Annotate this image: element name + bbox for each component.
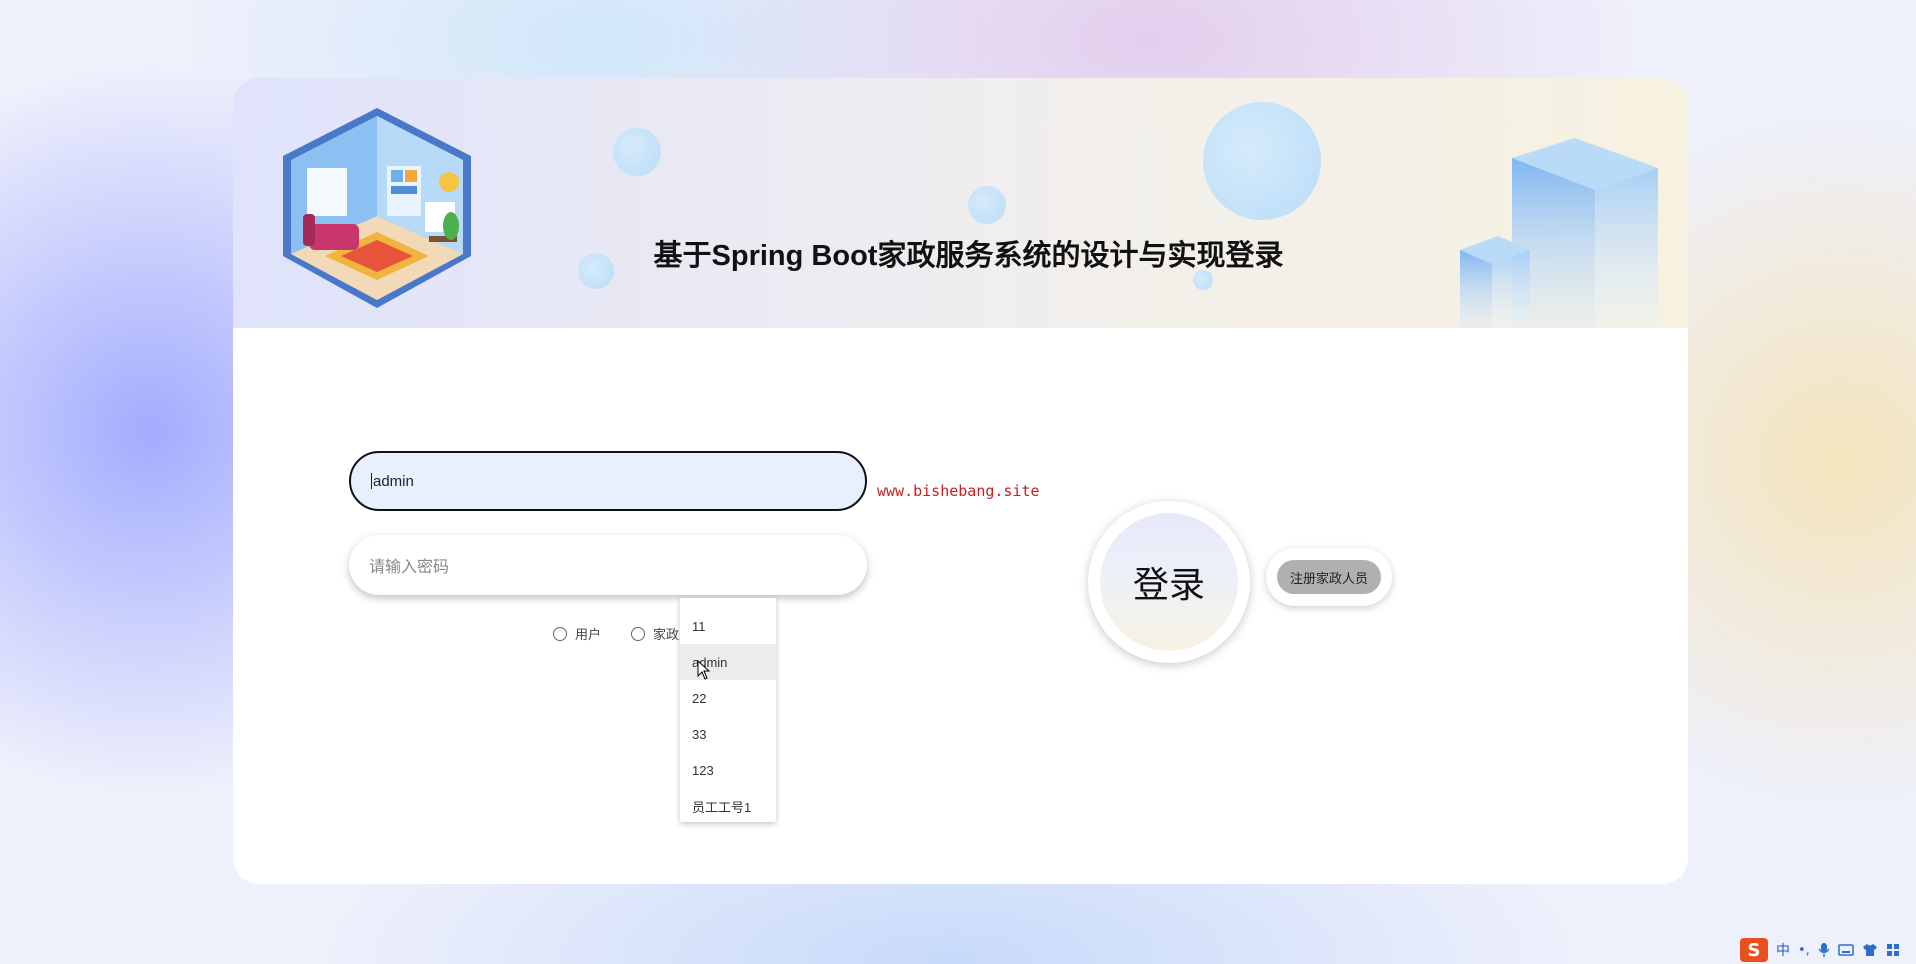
login-button[interactable]: 登录 bbox=[1100, 513, 1238, 651]
microphone-icon[interactable] bbox=[1818, 942, 1830, 958]
autocomplete-item[interactable]: 22 bbox=[680, 680, 776, 716]
watermark-text: www.bishebang.site bbox=[877, 482, 1040, 500]
sogou-ime-logo-icon[interactable]: S bbox=[1740, 938, 1768, 962]
autocomplete-item[interactable]: 33 bbox=[680, 716, 776, 752]
skin-shirt-icon[interactable] bbox=[1862, 943, 1878, 957]
decor-cubes-icon bbox=[1460, 138, 1658, 328]
register-button-ring: 注册家政人员 bbox=[1266, 548, 1392, 606]
decor-bubble bbox=[613, 128, 661, 176]
autocomplete-item-highlighted[interactable]: admin bbox=[680, 644, 776, 680]
password-input[interactable]: 请输入密码 bbox=[349, 535, 867, 595]
mouse-pointer-icon bbox=[697, 660, 711, 680]
register-housekeeper-button[interactable]: 注册家政人员 bbox=[1277, 560, 1381, 594]
ime-mode-toggle[interactable]: 中 bbox=[1776, 940, 1790, 960]
room-illustration-icon bbox=[283, 108, 471, 308]
text-caret bbox=[371, 473, 372, 489]
ime-toolbar: S 中 •, bbox=[1740, 938, 1900, 962]
radio-circle-icon[interactable] bbox=[631, 626, 646, 641]
ime-punctuation-toggle[interactable]: •, bbox=[1798, 943, 1810, 958]
password-placeholder: 请输入密码 bbox=[369, 559, 450, 576]
username-value: admin bbox=[373, 472, 414, 490]
autocomplete-dropdown: 11 admin 22 33 123 员工工号1 bbox=[680, 598, 776, 822]
role-label: 用户 bbox=[575, 627, 602, 642]
header-banner: 基于Spring Boot家政服务系统的设计与实现登录 bbox=[233, 78, 1688, 328]
decor-bubble bbox=[968, 186, 1006, 224]
login-button-ring: 登录 bbox=[1088, 501, 1250, 663]
username-input[interactable]: admin bbox=[349, 451, 867, 511]
autocomplete-item[interactable]: 11 bbox=[680, 608, 776, 644]
autocomplete-item[interactable]: 123 bbox=[680, 752, 776, 788]
login-card: 基于Spring Boot家政服务系统的设计与实现登录 admin www.bi… bbox=[233, 78, 1688, 884]
role-option-user[interactable]: 用户 bbox=[553, 624, 601, 643]
radio-circle-icon[interactable] bbox=[553, 626, 567, 641]
autocomplete-item[interactable]: 员工工号1 bbox=[680, 788, 776, 824]
toolbox-grid-icon[interactable] bbox=[1886, 943, 1900, 957]
keyboard-icon[interactable] bbox=[1838, 944, 1854, 956]
decor-bubble bbox=[1203, 102, 1321, 220]
